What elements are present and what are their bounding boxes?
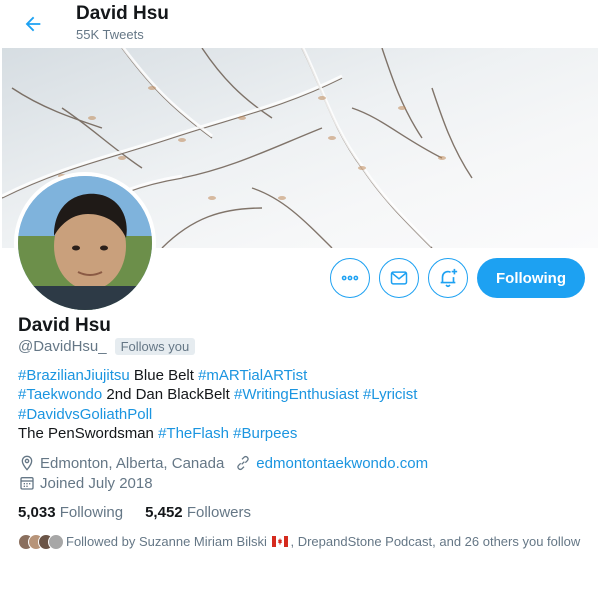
followed-by-text: Followed by Suzanne Miriam Bilski , Drep… [66, 532, 586, 551]
handle-row: @DavidHsu_ Follows you [18, 338, 196, 355]
header-title: David Hsu [76, 3, 169, 24]
following-label: Following [59, 504, 124, 521]
bio-text: The PenSwordsman [18, 424, 159, 442]
location-text: Edmonton, Alberta, Canada [40, 454, 225, 472]
arrow-left-icon [25, 16, 41, 32]
hashtag-link[interactable]: #WritingEnthusiast [234, 386, 359, 403]
joined-row: Joined July 2018 [18, 474, 153, 492]
following-stat[interactable]: 5,033 Following [18, 504, 123, 521]
avatar [48, 534, 64, 550]
message-button[interactable] [379, 258, 419, 298]
hashtag-link[interactable]: #Burpees [233, 425, 297, 442]
envelope-icon [390, 271, 408, 285]
calendar-icon [18, 474, 36, 492]
followed-by-prefix: Followed by Suzanne Miriam Bilski [66, 534, 267, 549]
joined-date: Joined July 2018 [40, 474, 153, 492]
hashtag-link[interactable]: #TheFlash [158, 425, 229, 442]
profile-handle: @DavidHsu_ [18, 338, 107, 355]
bio-line: #Taekwondo 2nd Dan BlackBelt #WritingEnt… [18, 385, 578, 404]
location-pin-icon [18, 454, 36, 472]
following-count: 5,033 [18, 504, 56, 521]
more-options-button[interactable] [330, 258, 370, 298]
hashtag-link[interactable]: #BrazilianJiujitsu [18, 367, 130, 384]
profile-avatar[interactable] [14, 172, 156, 314]
bell-plus-icon [440, 268, 458, 288]
canada-flag-icon [272, 536, 289, 547]
notifications-button[interactable] [428, 258, 468, 298]
profile-name: David Hsu [18, 315, 111, 336]
follow-stats: 5,033 Following 5,452 Followers [18, 504, 273, 521]
back-button[interactable] [18, 9, 48, 39]
profile-meta-row: Edmonton, Alberta, Canada edmontontaekwo… [18, 454, 428, 472]
profile-bio: #BrazilianJiujitsu Blue Belt #mARTialART… [18, 366, 578, 443]
profile-header: David Hsu 55K Tweets [0, 0, 598, 48]
profile-photo [18, 176, 152, 310]
followed-by-suffix: , DrepandStone Podcast, and 26 others yo… [290, 534, 581, 549]
hashtag-link[interactable]: #mARTialARTist [198, 367, 307, 384]
followers-count: 5,452 [145, 504, 183, 521]
followers-you-know-avatars [18, 534, 64, 550]
followers-label: Followers [186, 504, 251, 521]
link-icon [234, 454, 252, 472]
bio-line: #DavidvsGoliathPoll [18, 405, 578, 424]
more-horizontal-icon [341, 275, 359, 281]
bio-line: The PenSwordsman #TheFlash #Burpees [18, 424, 578, 443]
bio-line: #BrazilianJiujitsu Blue Belt #mARTialART… [18, 366, 578, 385]
bio-text: Blue Belt [129, 367, 199, 384]
follows-you-badge: Follows you [114, 338, 196, 355]
hashtag-link[interactable]: #Taekwondo [18, 386, 102, 403]
tweet-count: 55K Tweets [76, 27, 144, 42]
hashtag-link[interactable]: #Lyricist [363, 386, 417, 403]
hashtag-link[interactable]: #DavidvsGoliathPoll [18, 406, 152, 423]
website-link[interactable]: edmontontaekwondo.com [256, 455, 428, 472]
bio-text: 2nd Dan BlackBelt [102, 386, 234, 404]
followers-stat[interactable]: 5,452 Followers [145, 504, 251, 521]
following-button[interactable]: Following [477, 258, 585, 298]
